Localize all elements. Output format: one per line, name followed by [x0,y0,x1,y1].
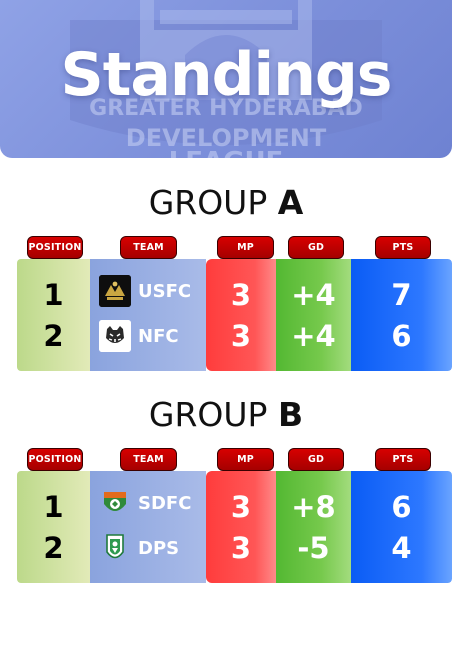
group-label: GROUP [148,395,268,434]
group-a-heading: GROUP A [0,183,452,222]
team-entry[interactable]: USFC [99,274,206,308]
mp-column: 3 3 [206,471,276,583]
position-cell: 2 [43,319,64,353]
team-header: TEAM [120,236,177,259]
gd-cell: +4 [291,319,336,353]
team-entry[interactable]: SDFC [99,486,206,520]
mp-cell: 3 [230,278,252,312]
group-b-table: 1 2 SDFC DPS 3 3 +8 -5 6 4 [17,471,452,583]
gd-cell: +8 [291,490,336,524]
mp-cell: 3 [230,319,252,353]
pts-cell: 4 [391,531,412,565]
team-name: DPS [138,537,180,559]
mp-header: MP [217,448,274,471]
header-banner: GREATER HYDERABAD DEVELOPMENT LEAGUE Sta… [0,0,452,158]
group-letter: A [277,183,304,222]
team-entry[interactable]: NFC [99,319,206,353]
group-b-heading: GROUP B [0,395,452,434]
mp-cell: 3 [230,490,252,524]
mp-header: MP [217,236,274,259]
team-name: SDFC [138,492,192,514]
group-a-table: 1 2 USFC NFC 3 3 +4 +4 7 6 [17,259,452,371]
dps-crest-icon [99,532,131,564]
team-name: USFC [138,280,192,302]
position-cell: 2 [43,531,64,565]
team-header: TEAM [120,448,177,471]
page-title: Standings [60,40,393,110]
pts-column: 7 6 [351,259,452,371]
position-column: 1 2 [17,259,90,371]
pts-cell: 6 [391,319,412,353]
pts-cell: 7 [391,278,412,312]
group-letter: B [277,395,304,434]
pts-cell: 6 [391,490,412,524]
team-column: USFC NFC [90,259,206,371]
pts-header: PTS [375,236,431,259]
background-line-3: LEAGUE [169,147,284,158]
position-cell: 1 [43,490,64,524]
pts-header: PTS [375,448,431,471]
gd-column: +4 +4 [276,259,351,371]
mp-column: 3 3 [206,259,276,371]
team-entry[interactable]: DPS [99,531,206,565]
team-name: NFC [138,325,179,347]
sdfc-crest-icon [99,487,131,519]
position-cell: 1 [43,278,64,312]
tiger-logo-icon [99,320,131,352]
position-header: POSITION [27,448,83,471]
team-column: SDFC DPS [90,471,206,583]
pts-column: 6 4 [351,471,452,583]
gd-header: GD [288,236,344,259]
gd-column: +8 -5 [276,471,351,583]
mp-cell: 3 [230,531,252,565]
position-header: POSITION [27,236,83,259]
position-column: 1 2 [17,471,90,583]
group-label: GROUP [148,183,268,222]
gd-header: GD [288,448,344,471]
gd-cell: -5 [297,531,330,565]
usfc-logo-icon [99,275,131,307]
gd-cell: +4 [291,278,336,312]
